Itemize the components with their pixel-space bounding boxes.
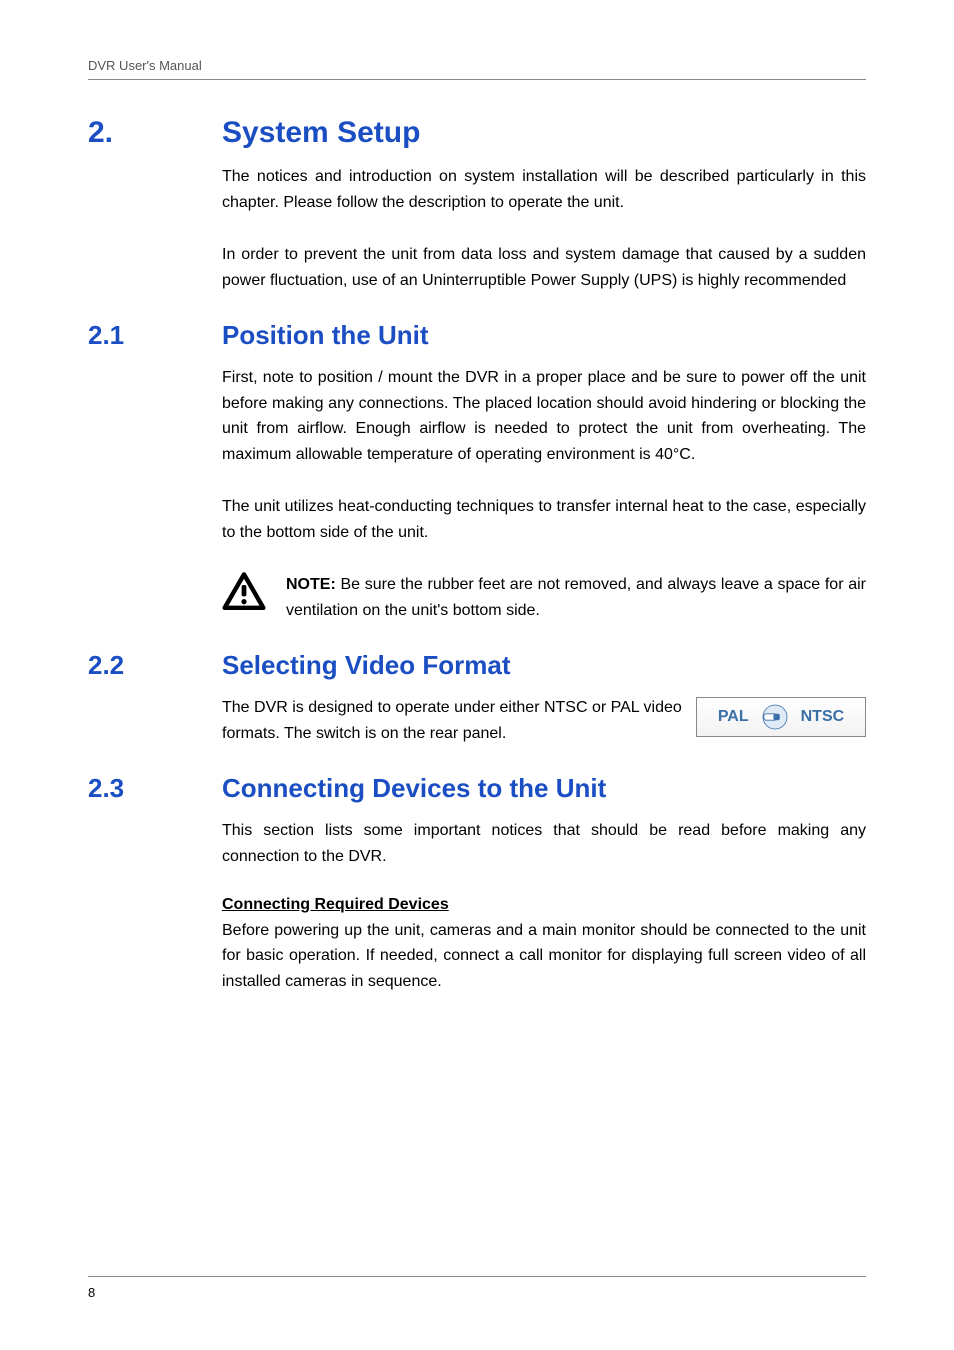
section2-para2: In order to prevent the unit from data l… — [222, 242, 866, 294]
footer: 8 — [88, 1276, 866, 1300]
heading-2-2: 2.2 Selecting Video Format — [88, 650, 866, 681]
heading-2-2-number: 2.2 — [88, 650, 124, 680]
heading-2-3-number: 2.3 — [88, 773, 124, 803]
running-head: DVR User's Manual — [88, 58, 866, 80]
section23-para2: Before powering up the unit, cameras and… — [222, 918, 866, 996]
note-label: NOTE: — [286, 576, 336, 593]
heading-2-number: 2. — [88, 116, 113, 149]
section22-para1: The DVR is designed to operate under eit… — [222, 695, 684, 747]
heading-2-3: 2.3 Connecting Devices to the Unit — [88, 773, 866, 804]
connecting-required-devices-subhead: Connecting Required Devices — [222, 896, 866, 914]
section2-para1: The notices and introduction on system i… — [222, 164, 866, 216]
pal-label: PAL — [718, 708, 749, 726]
section21-para2: The unit utilizes heat-conducting techni… — [222, 494, 866, 546]
section23-para1: This section lists some important notice… — [222, 818, 866, 870]
note-body: Be sure the rubber feet are not removed,… — [286, 576, 866, 619]
page-number: 8 — [88, 1285, 95, 1300]
section21-para1: First, note to position / mount the DVR … — [222, 365, 866, 469]
heading-2-1: 2.1 Position the Unit — [88, 320, 866, 351]
pal-ntsc-switch-graphic: PAL NTSC — [696, 697, 866, 737]
heading-2: 2. System Setup — [88, 116, 866, 150]
ntsc-label: NTSC — [801, 708, 845, 726]
warning-triangle-icon — [222, 572, 266, 617]
heading-2-title: System Setup — [222, 116, 420, 149]
heading-2-3-title: Connecting Devices to the Unit — [222, 773, 606, 803]
note-block: NOTE: Be sure the rubber feet are not re… — [222, 572, 866, 624]
heading-2-1-title: Position the Unit — [222, 320, 429, 350]
heading-2-1-number: 2.1 — [88, 320, 124, 350]
heading-2-2-title: Selecting Video Format — [222, 650, 510, 680]
video-format-row: The DVR is designed to operate under eit… — [222, 695, 866, 747]
note-text: NOTE: Be sure the rubber feet are not re… — [286, 572, 866, 624]
switch-icon — [759, 703, 791, 731]
